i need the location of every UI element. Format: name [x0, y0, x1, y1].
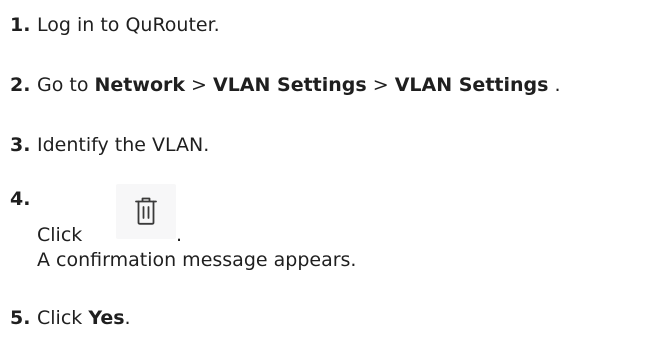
step-number: 4.	[10, 188, 31, 210]
menu-network: Network	[94, 74, 185, 96]
step-text-suffix: .	[124, 307, 131, 329]
step-number: 3.	[10, 134, 31, 156]
delete-button-icon	[116, 184, 176, 239]
submenu-vlan-settings: VLAN Settings	[394, 74, 549, 96]
step-number: 2.	[10, 74, 31, 96]
button-name-yes: Yes	[88, 307, 125, 329]
step-1: 1. Log in to QuRouter.	[10, 13, 220, 37]
step-3: 3. Identify the VLAN.	[10, 133, 209, 157]
step-text-suffix: .	[548, 74, 561, 96]
step-text-prefix: Click	[37, 307, 89, 329]
step-text: Log in to QuRouter.	[37, 14, 220, 36]
step-text: Click	[37, 224, 83, 246]
step-4-result: A confirmation message appears.	[37, 248, 356, 272]
step-number: 5.	[10, 307, 31, 329]
step-4-action: Click	[37, 223, 82, 247]
step-text-prefix: Go to	[37, 74, 95, 96]
step-text: Identify the VLAN.	[37, 134, 210, 156]
step-2: 2. Go to Network > VLAN Settings > VLAN S…	[10, 73, 561, 97]
step-number: 1.	[10, 14, 31, 36]
trash-icon	[135, 197, 157, 225]
step-4: 4.	[10, 187, 37, 211]
step-5: 5. Click Yes.	[10, 306, 131, 330]
breadcrumb-separator: >	[185, 74, 213, 96]
step-text-period: .	[176, 224, 183, 246]
step-result-text: A confirmation message appears.	[37, 249, 357, 271]
menu-vlan-settings: VLAN Settings	[213, 74, 367, 96]
breadcrumb-separator: >	[366, 74, 395, 96]
